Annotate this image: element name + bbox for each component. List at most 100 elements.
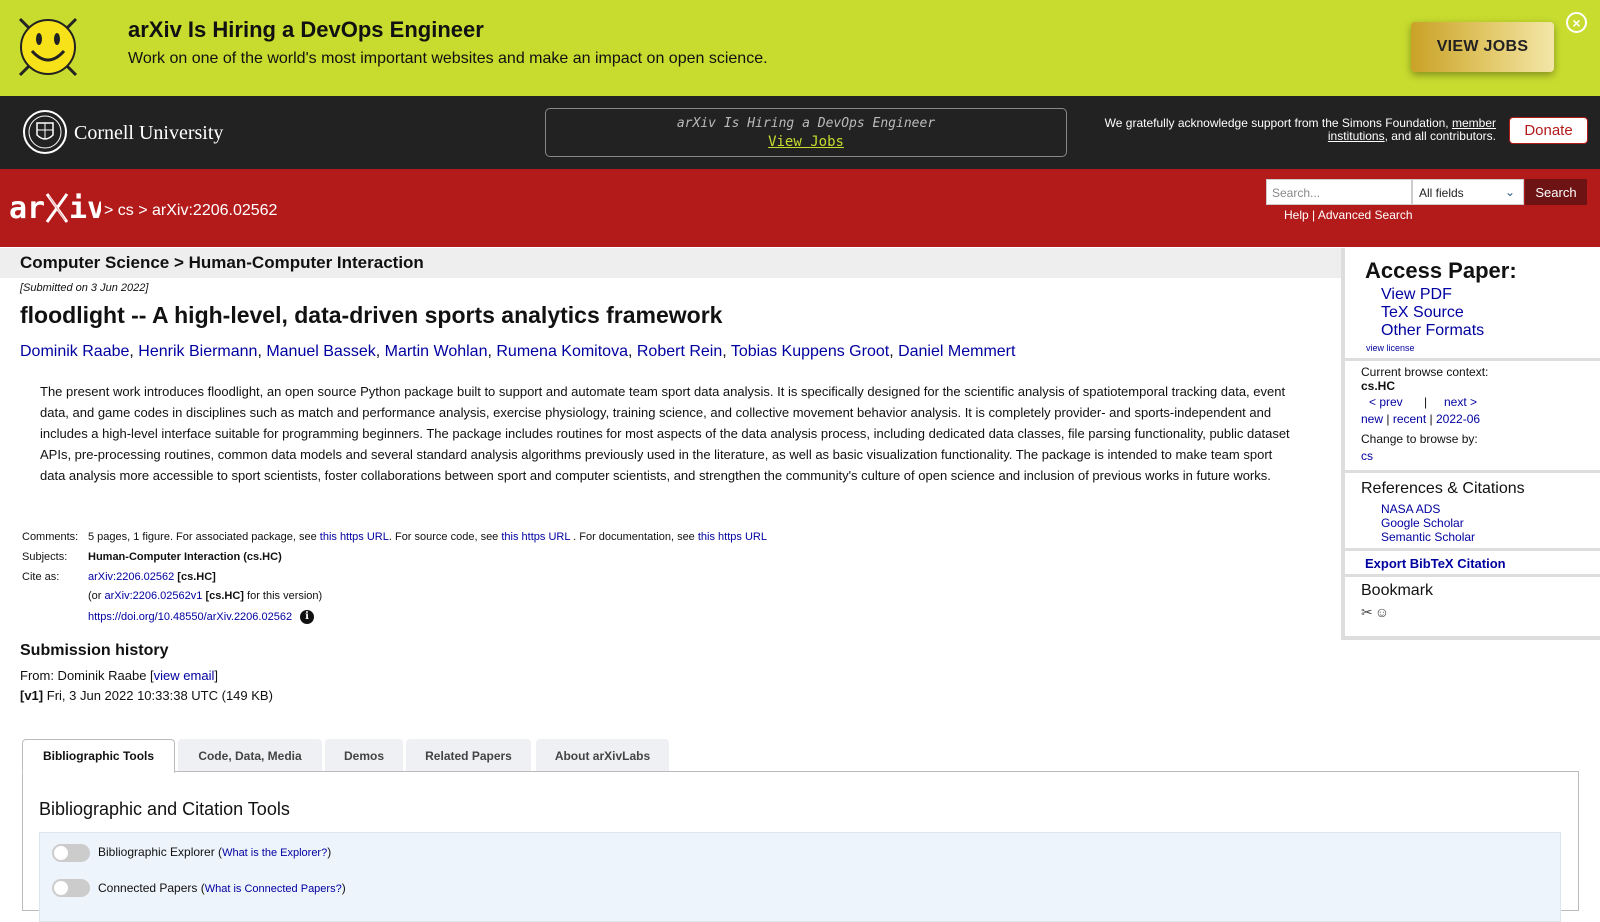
slot-title: arXiv Is Hiring a DevOps Engineer [676,116,936,131]
tool2-close: ) [341,881,346,895]
slot-view-jobs-link[interactable]: View Jobs [768,134,844,150]
from-close: ] [214,668,218,683]
support-text: We gratefully acknowledge support from t… [1100,117,1496,143]
submission-history-heading: Submission history [20,642,169,659]
docs-url-link[interactable]: this https URL [698,531,767,543]
hiring-title: arXiv Is Hiring a DevOps Engineer [128,17,484,42]
next-link[interactable]: next > [1444,395,1477,409]
tab-panel: Bibliographic and Citation Tools Bibliog… [22,771,1579,922]
view-pdf-link[interactable]: View PDF [1381,286,1452,304]
cite-version: (or arXiv:2206.02562v1 [cs.HC] for this … [88,590,322,602]
browse-separator: | [1386,412,1390,426]
author-link[interactable]: Dominik Raabe [20,343,129,360]
nasa-ads-link[interactable]: NASA ADS [1381,502,1440,516]
source-url-link[interactable]: this https URL [501,531,570,543]
tool1-label: Bibliographic Explorer ( [98,845,223,859]
cite-version-text: for this version) [247,590,323,602]
author-link[interactable]: Rumena Komitova [496,343,628,360]
comments-value: 5 pages, 1 figure. For associated packag… [88,531,767,543]
help-link[interactable]: Help [1284,208,1309,222]
tool2-label: Connected Papers ( [98,881,205,895]
date-link[interactable]: 2022-06 [1436,412,1480,426]
version-v1: [v1] Fri, 3 Jun 2022 10:33:38 UTC (149 K… [20,688,273,703]
author-link[interactable]: Henrik Biermann [138,343,257,360]
doi-link[interactable]: https://doi.org/10.48550/arXiv.2206.0256… [88,611,292,623]
cite-v1-link[interactable]: arXiv:2206.02562v1 [105,590,203,602]
browse-separator: | [1429,412,1433,426]
paper-title: floodlight -- A high-level, data-driven … [20,302,723,328]
browse-links: new | recent | 2022-06 [1361,412,1480,426]
semantic-scholar-link[interactable]: Semantic Scholar [1381,530,1475,544]
tex-source-link[interactable]: TeX Source [1381,304,1464,322]
comments-text-b: . For source code, see [388,531,499,543]
author-link[interactable]: Daniel Memmert [898,343,1015,360]
view-jobs-button[interactable]: VIEW JOBS [1411,22,1554,72]
context-label: Current browse context: [1361,365,1489,379]
comments-text-c: . For documentation, see [573,531,695,543]
connected-papers-row: Connected Papers (What is Connected Pape… [98,881,346,895]
what-is-explorer-link[interactable]: What is the Explorer? [222,847,327,859]
donate-button[interactable]: Donate [1509,117,1588,144]
advanced-search-link[interactable]: Advanced Search [1318,208,1413,222]
what-is-connected-papers-link[interactable]: What is Connected Papers? [205,883,342,895]
help-separator: | [1312,208,1316,222]
prev-next-separator: | [1424,395,1428,409]
hiring-subtitle: Work on one of the world's most importan… [128,50,768,67]
cornell-seal-icon[interactable] [22,109,68,155]
author-link[interactable]: Manuel Bassek [266,343,375,360]
search-field-select[interactable]: All fields ⌄ [1412,179,1524,205]
breadcrumb[interactable]: > cs > arXiv:2206.02562 [104,202,277,220]
package-url-link[interactable]: this https URL [320,531,389,543]
view-license-link[interactable]: view license [1366,343,1415,353]
bookmark-heading: Bookmark [1361,582,1434,599]
author-link[interactable]: Tobias Kuppens Groot [731,343,889,360]
prev-link[interactable]: < prev [1369,395,1403,409]
export-bibtex-link[interactable]: Export BibTeX Citation [1365,556,1506,571]
arxiv-logo-icon[interactable]: ar iv [9,188,101,228]
cite-tag-2: [cs.HC] [205,590,244,602]
search-input[interactable]: Search... [1266,179,1412,205]
author-link[interactable]: Martin Wohlan [385,343,488,360]
access-paper-heading: Access Paper: [1365,258,1517,283]
cite-id-link[interactable]: arXiv:2206.02562 [88,571,174,583]
tab-code-data-media[interactable]: Code, Data, Media [178,739,322,772]
bibliographic-explorer-toggle[interactable] [52,844,90,862]
bibsonomy-icon[interactable]: ✂ [1361,604,1375,620]
smiley-icon [18,17,78,77]
author-list: Dominik Raabe, Henrik Biermann, Manuel B… [20,343,1016,360]
from-text: From: Dominik Raabe [ [20,668,154,683]
author-link[interactable]: Robert Rein [637,343,722,360]
browse-cs-link[interactable]: cs [1361,449,1373,463]
sidebar-divider [1345,574,1600,577]
svg-text:ar: ar [9,191,45,226]
close-icon[interactable]: × [1566,12,1587,33]
tab-related-papers[interactable]: Related Papers [406,739,531,772]
reddit-icon[interactable]: ☺ [1375,604,1391,620]
panel-heading: Bibliographic and Citation Tools [39,799,290,819]
subjects-label: Subjects: [22,551,68,563]
new-link[interactable]: new [1361,412,1383,426]
google-scholar-link[interactable]: Google Scholar [1381,516,1464,530]
view-email-link[interactable]: view email [154,668,215,683]
recent-link[interactable]: recent [1393,412,1426,426]
bibliographic-explorer-row: Bibliographic Explorer (What is the Expl… [98,845,331,859]
hiring-banner: arXiv Is Hiring a DevOps Engineer Work o… [0,0,1600,96]
sidebar-divider [1345,470,1600,473]
search-button[interactable]: Search [1525,179,1587,205]
info-icon[interactable]: i [300,610,315,624]
tools-box: Bibliographic Explorer (What is the Expl… [39,832,1561,922]
support-text-main: We gratefully acknowledge support from t… [1104,116,1449,130]
bookmark-icons: ✂☺ [1361,604,1391,621]
tab-demos[interactable]: Demos [325,739,403,772]
tab-bibliographic-tools[interactable]: Bibliographic Tools [22,739,175,773]
connected-papers-toggle[interactable] [52,879,90,897]
version-label[interactable]: [v1] [20,688,43,703]
cornell-name[interactable]: Cornell University [74,122,223,145]
chevron-down-icon: ⌄ [1504,185,1515,199]
cite-value: arXiv:2206.02562 [cs.HC] [88,571,216,583]
change-browse-label: Change to browse by: [1361,432,1478,446]
subject-breadcrumb[interactable]: Computer Science > Human-Computer Intera… [20,253,424,273]
other-formats-link[interactable]: Other Formats [1381,322,1484,340]
tab-about-arxivlabs[interactable]: About arXivLabs [536,739,669,772]
references-heading: References & Citations [1361,480,1525,497]
